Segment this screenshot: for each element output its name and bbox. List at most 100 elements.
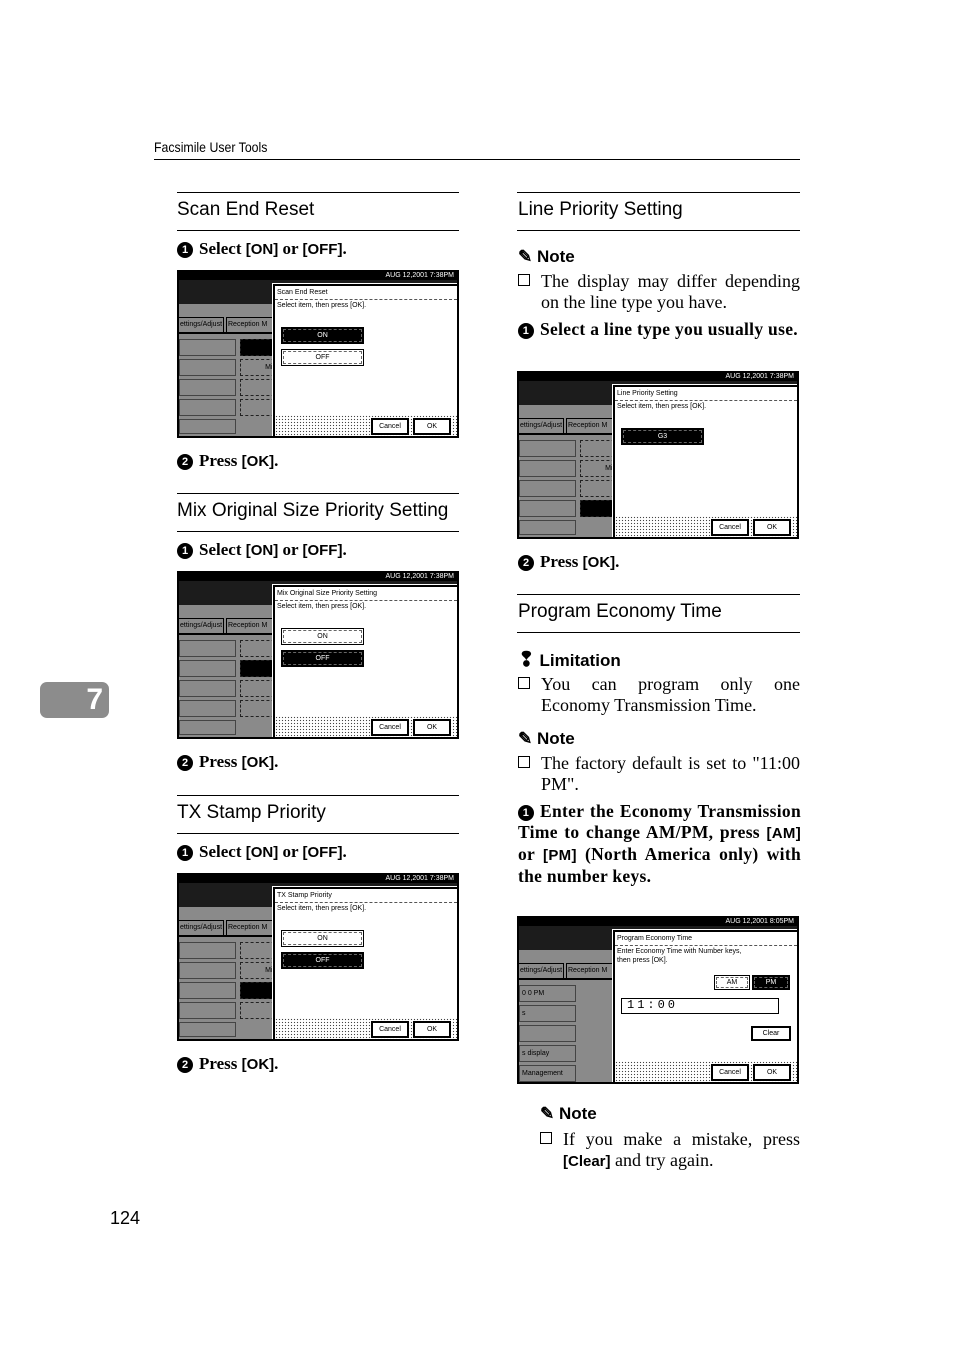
key-off: [OFF]: [302, 542, 343, 559]
tab-reception: Reception M: [226, 920, 276, 935]
text: .: [274, 451, 279, 470]
instruction-line: Enter Economy Time with Number keys,: [617, 948, 742, 955]
section-title-economy: Program Economy Time: [518, 601, 722, 622]
dialog: Program Economy Time Enter Economy Time w…: [612, 929, 797, 1082]
dialog-separator: [275, 902, 457, 903]
dialog: Scan End Reset Select item, then press [O…: [272, 283, 457, 436]
menu-row: [179, 720, 236, 735]
tab-reception: Reception M: [226, 317, 276, 332]
menu-row: [179, 359, 236, 376]
cancel-button: Cancel: [371, 719, 409, 736]
instruction-line: Select item, then press [OK].: [277, 302, 367, 309]
note-text: If you make a mistake, press [Clear] and…: [540, 1129, 800, 1172]
key-off: [OFF]: [302, 241, 343, 258]
tab-settings-adjust: ettings/Adjust: [519, 963, 564, 978]
option-on: ON: [281, 327, 364, 344]
text: Press: [199, 451, 242, 470]
dialog-instruction: Select item, then press [OK].: [617, 402, 706, 411]
ok-button: OK: [413, 418, 451, 435]
pencil-icon: ✎: [518, 247, 533, 266]
screen-tx: AUG 12,2001 7:38PM ettings/Adjust Receptio…: [177, 873, 459, 1041]
dialog-title: Line Priority Setting: [617, 390, 678, 397]
ok-button: OK: [413, 719, 451, 736]
text: and try again.: [610, 1150, 714, 1170]
dialog: Line Priority Setting Select item, then p…: [612, 384, 797, 537]
dialog-title: Program Economy Time: [617, 935, 693, 942]
section-rule: [177, 833, 459, 834]
tab-settings-adjust: ettings/Adjust: [519, 418, 564, 433]
note-label: Note: [558, 1104, 597, 1123]
step-2: 2 Press [OK].: [518, 552, 619, 572]
limitation-heading: ❢ Limitation: [518, 647, 621, 672]
checkbox-square-icon: [518, 756, 530, 768]
menu-row: [179, 680, 236, 697]
dialog-title: Mix Original Size Priority Setting: [277, 590, 377, 597]
header-rule: [154, 159, 800, 160]
dialog-separator: [275, 600, 457, 601]
menu-row: 0 0 PM: [519, 985, 576, 1002]
tab-settings-adjust: ettings/Adjust: [179, 920, 224, 935]
menu-row: s display: [519, 1045, 576, 1062]
step-1: 1 Select [ON] or [OFF].: [177, 540, 347, 560]
step-number: 1: [177, 242, 193, 258]
section-rule: [177, 493, 459, 494]
instruction-line: Select item, then press [OK].: [277, 905, 367, 912]
dialog: Mix Original Size Priority Setting Select…: [272, 584, 457, 737]
step-2: 2 Press [OK].: [177, 1054, 278, 1074]
text: Select: [199, 842, 246, 861]
text: Press: [199, 752, 242, 771]
section-title-tx-stamp: TX Stamp Priority: [177, 802, 326, 823]
menu-row: [179, 700, 236, 717]
chapter-tab: 7: [40, 682, 109, 718]
text: If you make a mistake, press: [563, 1129, 800, 1149]
option-g3: G3: [621, 428, 704, 445]
section-rule: [177, 795, 459, 796]
step-1: 1 Select [ON] or [OFF].: [177, 842, 347, 862]
ok-button: OK: [753, 1064, 791, 1081]
cancel-button: Cancel: [371, 418, 409, 435]
time-field: 11:00: [621, 998, 779, 1014]
exclamation-icon: ❢: [518, 649, 535, 671]
key-pm: [PM]: [543, 847, 577, 864]
section-rule: [517, 192, 800, 193]
text: .: [274, 1054, 279, 1073]
menu-row: [179, 419, 236, 434]
step-2: 2 Press [OK].: [177, 752, 278, 772]
screen-program-economy-time: AUG 12,2001 8:05PM ettings/Adjust Receptio…: [517, 916, 799, 1084]
section-rule: [177, 192, 459, 193]
key-ok: [OK]: [241, 1056, 275, 1073]
note-item: The factory default is set to "11:00 PM"…: [518, 753, 800, 795]
option-on: ON: [281, 628, 364, 645]
menu-row: [519, 520, 576, 535]
clear-button: Clear: [751, 1026, 791, 1041]
menu-row: [179, 640, 236, 657]
dialog-title: Scan End Reset: [277, 289, 328, 296]
am-button: AM: [714, 975, 750, 990]
step-1: 1 Enter the Economy Transmission Time to …: [518, 801, 801, 887]
section-rule: [177, 230, 459, 231]
date-time: AUG 12,2001 7:38PM: [179, 875, 457, 883]
key-ok: [OK]: [241, 453, 275, 470]
pencil-icon: ✎: [540, 1104, 555, 1123]
running-header: Facsimile User Tools: [154, 139, 268, 155]
limitation-item: You can program only one Economy Transmi…: [518, 674, 800, 716]
note-label: Note: [536, 729, 575, 748]
key-ok: [OK]: [582, 554, 616, 571]
dialog-instruction: Select item, then press [OK].: [277, 602, 366, 611]
menu-row: [179, 1002, 236, 1019]
option-off: OFF: [281, 952, 364, 969]
section-title-line-priority: Line Priority Setting: [518, 199, 683, 220]
dialog-separator: [615, 945, 797, 946]
key-on: [ON]: [245, 542, 279, 559]
date-time: AUG 12,2001 7:38PM: [179, 573, 457, 581]
key-ok: [OK]: [241, 754, 275, 771]
text: Press: [199, 1054, 242, 1073]
screen-scan_end: AUG 12,2001 7:38PM ettings/Adjust Receptio…: [177, 270, 459, 438]
menu-row: [179, 942, 236, 959]
limitation-text: You can program only one Economy Transmi…: [541, 674, 800, 715]
tab-reception: Reception M: [566, 418, 616, 433]
dialog-instruction: Select item, then press [OK].: [277, 301, 366, 310]
text: .: [274, 752, 279, 771]
dialog-instruction: Select item, then press [OK].: [277, 904, 366, 913]
menu-row: Management: [519, 1065, 576, 1082]
